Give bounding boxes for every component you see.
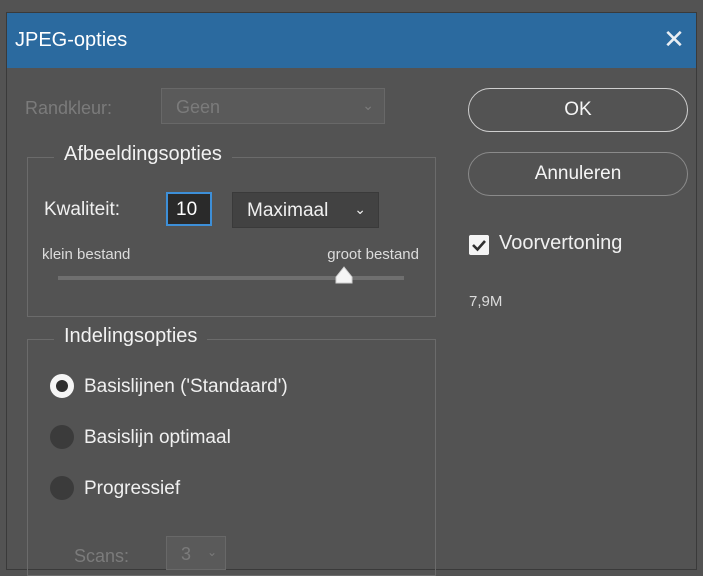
radio-basislijn-optimaal-label[interactable]: Basislijn optimaal [84, 427, 231, 449]
preview-label[interactable]: Voorvertoning [499, 232, 622, 255]
indelingsopties-group: Indelingsopties Basislijnen ('Standaard'… [27, 325, 436, 576]
quality-slider-thumb[interactable] [335, 266, 353, 284]
file-size-readout: 7,9M [469, 293, 503, 310]
randkleur-value: Geen [176, 97, 221, 117]
radio-basislijnen[interactable] [50, 374, 74, 398]
kwaliteit-label: Kwaliteit: [44, 199, 121, 220]
slider-min-label: klein bestand [42, 246, 131, 263]
slider-max-label: groot bestand [327, 246, 419, 263]
ok-button[interactable]: OK [468, 88, 688, 132]
title-bar: JPEG-opties ✕ [7, 13, 696, 68]
dialog-title: JPEG-opties [15, 29, 128, 51]
radio-basislijnen-label[interactable]: Basislijnen ('Standaard') [84, 376, 288, 398]
radio-progressief[interactable] [50, 476, 74, 500]
afbeeldingsopties-legend: Afbeeldingsopties [54, 143, 232, 166]
kwaliteit-input[interactable]: 10 [166, 192, 212, 226]
scans-select[interactable]: 3 ⌄ [166, 536, 226, 570]
close-icon[interactable]: ✕ [660, 25, 688, 53]
chevron-down-icon: ⌄ [206, 545, 217, 559]
randkleur-label: Randkleur: [25, 98, 113, 118]
radio-basislijn-optimaal[interactable] [50, 425, 74, 449]
scans-value: 3 [181, 544, 192, 564]
indelingsopties-legend: Indelingsopties [54, 325, 208, 348]
quality-preset-value: Maximaal [247, 200, 329, 221]
radio-progressief-label[interactable]: Progressief [84, 478, 180, 500]
scans-label: Scans: [74, 546, 130, 566]
afbeeldingsopties-group: Afbeeldingsopties Kwaliteit: 10 Maximaal… [27, 143, 436, 317]
preview-checkbox[interactable] [469, 235, 489, 255]
chevron-down-icon: ⌄ [354, 201, 366, 217]
jpeg-options-dialog: JPEG-opties ✕ Randkleur: Geen ⌄ Afbeeldi… [6, 12, 697, 576]
quality-preset-select[interactable]: Maximaal ⌄ [232, 192, 379, 228]
cancel-button[interactable]: Annuleren [468, 152, 688, 196]
chevron-down-icon: ⌄ [362, 97, 374, 113]
randkleur-select[interactable]: Geen ⌄ [161, 88, 385, 124]
